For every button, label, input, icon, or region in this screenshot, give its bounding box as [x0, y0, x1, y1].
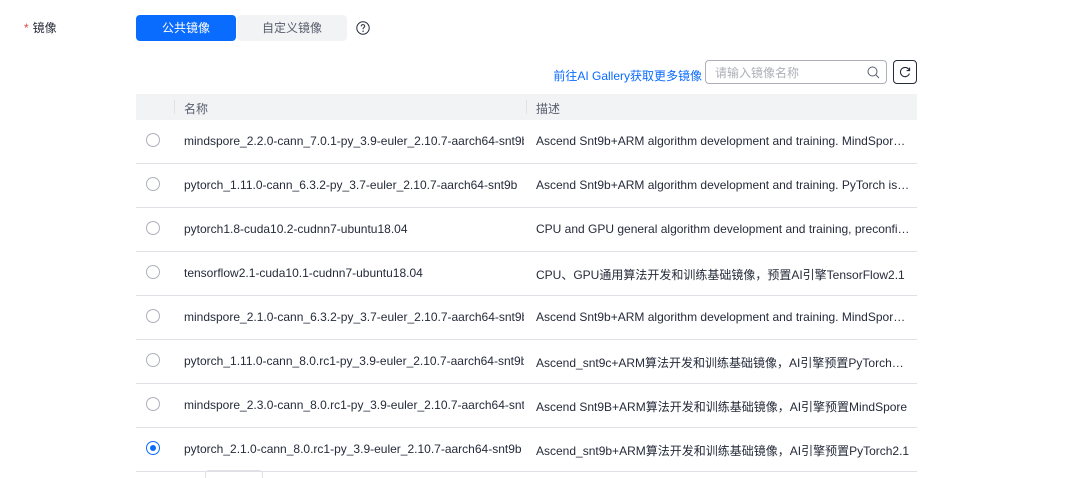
table-row[interactable]: pytorch_2.1.0-cann_8.0.rc1-py_3.9-euler_…	[136, 428, 917, 472]
image-label-text: 镜像	[32, 21, 57, 35]
table-row[interactable]: pytorch_1.11.0-cann_6.3.2-py_3.7-euler_2…	[136, 164, 917, 208]
image-field-label: * 镜像	[24, 19, 57, 36]
image-name: pytorch1.8-cuda10.2-cudnn7-ubuntu18.04	[184, 222, 408, 236]
pagination-select[interactable]	[205, 470, 263, 478]
table-row[interactable]: mindspore_2.1.0-cann_6.3.2-py_3.7-euler_…	[136, 296, 917, 340]
image-description: Ascend Snt9B+ARM算法开发和训练基础镜像，AI引擎预置MindSp…	[536, 400, 908, 414]
image-search-input[interactable]	[715, 65, 865, 80]
ai-gallery-link[interactable]: 前往AI Gallery获取更多镜像	[553, 67, 702, 84]
column-divider	[526, 100, 527, 114]
image-table: 名称 描述 mindspore_2.2.0-cann_7.0.1-py_3.9-…	[136, 94, 917, 472]
search-icon[interactable]	[867, 66, 880, 79]
row-radio[interactable]	[146, 221, 160, 235]
image-description: Ascend Snt9b+ARM algorithm development a…	[536, 134, 910, 148]
image-search-box	[705, 60, 887, 84]
table-row[interactable]: mindspore_2.2.0-cann_7.0.1-py_3.9-euler_…	[136, 120, 917, 164]
table-row[interactable]: tensorflow2.1-cuda10.1-cudnn7-ubuntu18.0…	[136, 252, 917, 296]
image-name: tensorflow2.1-cuda10.1-cudnn7-ubuntu18.0…	[184, 266, 423, 280]
row-radio[interactable]	[146, 397, 160, 411]
table-header: 名称 描述	[136, 94, 917, 120]
image-description: CPU and GPU general algorithm developmen…	[536, 222, 910, 236]
tab-custom-image[interactable]: 自定义镜像	[237, 15, 347, 41]
row-radio[interactable]	[146, 353, 160, 367]
image-name: pytorch_1.11.0-cann_6.3.2-py_3.7-euler_2…	[184, 178, 518, 192]
tab-public-image[interactable]: 公共镜像	[136, 15, 236, 41]
table-row[interactable]: pytorch1.8-cuda10.2-cudnn7-ubuntu18.04 CP…	[136, 208, 917, 252]
image-name: mindspore_2.2.0-cann_7.0.1-py_3.9-euler_…	[184, 134, 524, 148]
image-description: Ascend Snt9b+ARM algorithm development a…	[536, 310, 910, 324]
table-row[interactable]: mindspore_2.3.0-cann_8.0.rc1-py_3.9-eule…	[136, 384, 917, 428]
row-radio[interactable]	[146, 441, 160, 455]
image-name: mindspore_2.3.0-cann_8.0.rc1-py_3.9-eule…	[184, 398, 524, 412]
column-divider	[174, 100, 175, 114]
column-header-desc: 描述	[536, 102, 561, 116]
image-description: Ascend Snt9b+ARM algorithm development a…	[536, 178, 910, 192]
table-row[interactable]: pytorch_1.11.0-cann_8.0.rc1-py_3.9-euler…	[136, 340, 917, 384]
image-type-tabs: 公共镜像 自定义镜像	[136, 15, 347, 41]
image-name: pytorch_1.11.0-cann_8.0.rc1-py_3.9-euler…	[184, 354, 524, 368]
row-radio[interactable]	[146, 133, 160, 147]
row-radio[interactable]	[146, 265, 160, 279]
row-radio[interactable]	[146, 309, 160, 323]
question-circle-icon[interactable]	[356, 21, 370, 35]
image-description: Ascend_snt9c+ARM算法开发和训练基础镜像，AI引擎预置PyTorc…	[536, 356, 910, 370]
image-name: mindspore_2.1.0-cann_6.3.2-py_3.7-euler_…	[184, 310, 524, 324]
required-mark: *	[24, 21, 29, 35]
row-radio[interactable]	[146, 177, 160, 191]
image-name: pytorch_2.1.0-cann_8.0.rc1-py_3.9-euler_…	[184, 442, 522, 456]
image-description: CPU、GPU通用算法开发和训练基础镜像，预置AI引擎TensorFlow2.1	[536, 268, 905, 282]
table-body: mindspore_2.2.0-cann_7.0.1-py_3.9-euler_…	[136, 120, 917, 472]
refresh-button[interactable]	[893, 60, 917, 84]
column-header-name: 名称	[184, 102, 209, 116]
refresh-icon	[899, 66, 911, 78]
image-description: Ascend_snt9b+ARM算法开发和训练基础镜像，AI引擎预置PyTorc…	[536, 444, 910, 458]
